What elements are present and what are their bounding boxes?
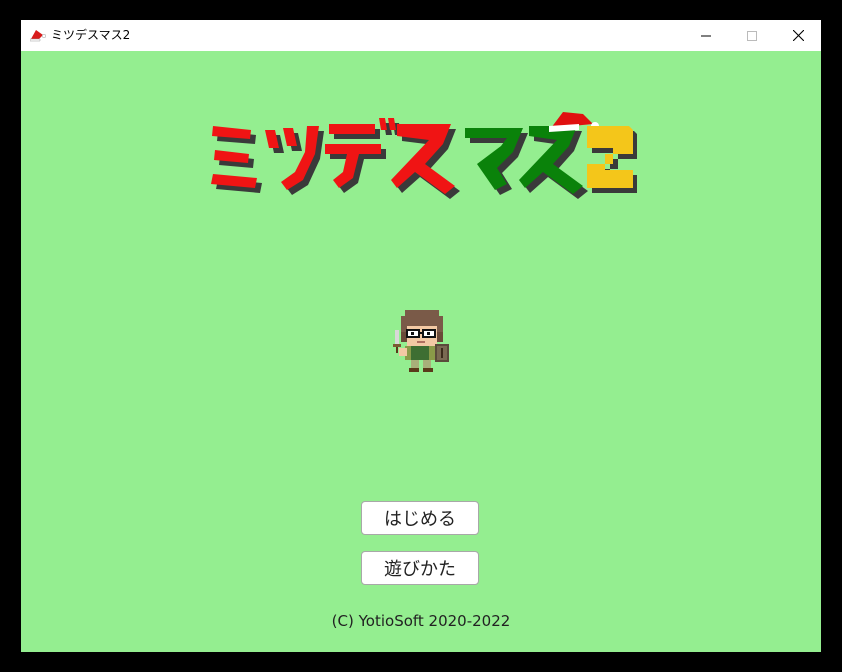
close-icon: [792, 30, 804, 41]
how-to-play-button[interactable]: 遊びかた: [361, 551, 479, 585]
close-button[interactable]: [775, 20, 821, 51]
minimize-icon: [701, 35, 711, 36]
maximize-icon: [747, 30, 757, 41]
game-screen: はじめる 遊びかた (C) YotioSoft 2020-2022: [21, 51, 821, 652]
start-button[interactable]: はじめる: [361, 501, 479, 535]
santa-hat-icon: [30, 30, 46, 42]
game-title-logo: [211, 112, 637, 199]
hero-character-sprite: [393, 310, 449, 372]
copyright-text: (C) YotioSoft 2020-2022: [331, 612, 511, 630]
title-bar[interactable]: ミツデスマス2: [21, 20, 821, 51]
window-title: ミツデスマス2: [51, 28, 131, 42]
maximize-button[interactable]: [729, 20, 775, 51]
app-window: ミツデスマス2 はじめる 遊びかた (C) YotioSoft 2020-202…: [21, 20, 821, 652]
minimize-button[interactable]: [683, 20, 729, 51]
